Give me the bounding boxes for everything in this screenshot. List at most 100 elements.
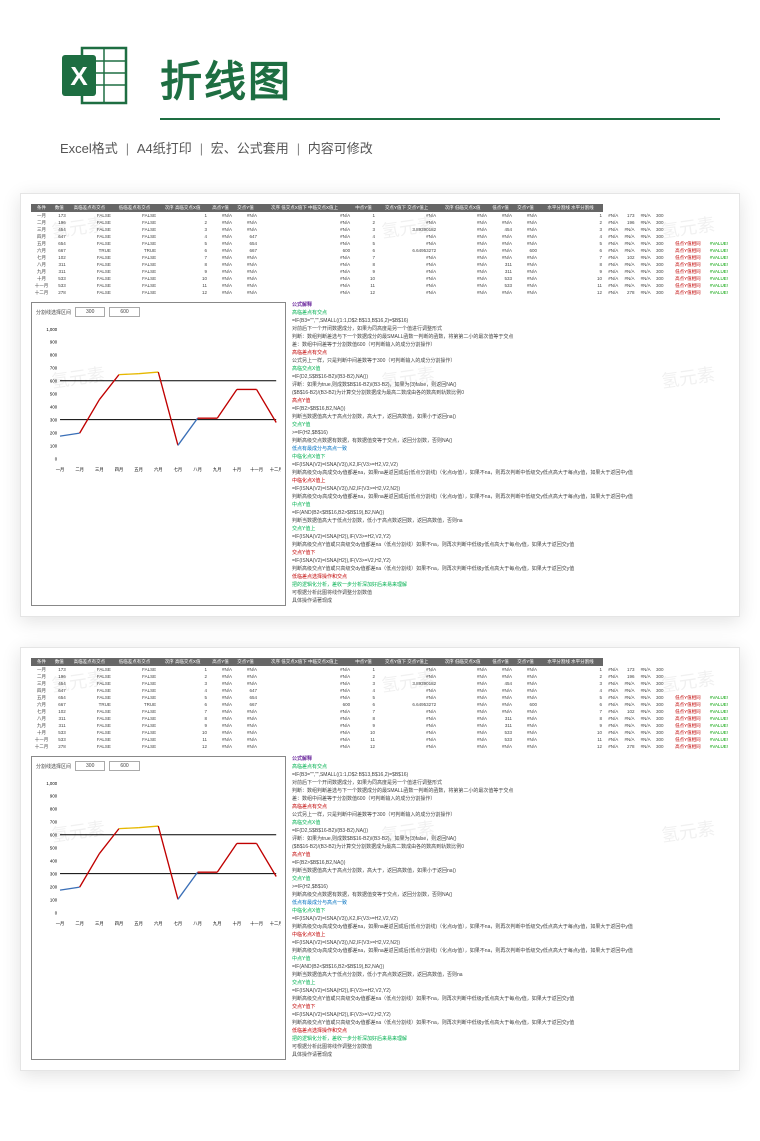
value-cell: #VALUE!	[702, 715, 729, 722]
status-cell: 低点Y值相同	[665, 736, 702, 743]
formula-line: =IF(AND(B2<$B$16,B2>$B$19),B2,NA())	[292, 964, 729, 971]
table-cell: 12	[351, 289, 376, 296]
table-cell: #N/A	[208, 680, 233, 687]
table-cell: #N/A	[376, 729, 437, 736]
formula-line: 低临差点选择操作和交点	[292, 574, 729, 581]
formula-line: 交点Y值	[292, 422, 729, 429]
table-cell: #N/A	[376, 743, 437, 750]
chart-input[interactable]: 300	[75, 761, 105, 771]
table-header: 高点Y值	[208, 658, 233, 666]
table-cell: TRUE	[67, 247, 112, 254]
table-cell: 533	[52, 736, 67, 743]
status-cell: 高点Y值相同	[665, 261, 702, 268]
table-cell: #N/A	[208, 268, 233, 275]
formula-line: 公式另上一样，只是判断中间差数等于300（可判断输入的成分分割操作）	[292, 812, 729, 819]
table-cell: FALSE	[67, 268, 112, 275]
table-cell: #N/A	[208, 736, 233, 743]
chart-input[interactable]: 600	[109, 761, 139, 771]
table-cell: FALSE	[112, 233, 157, 240]
status-cell	[665, 680, 702, 687]
table-cell: 311	[488, 715, 513, 722]
table-cell: #N/A	[258, 233, 351, 240]
table-cell: 6	[538, 701, 603, 708]
value-cell	[702, 233, 729, 240]
status-cell: 高点Y值相同	[665, 247, 702, 254]
table-cell: #N/A	[208, 729, 233, 736]
formula-line: 判断高级交dy高成交dy值都差na，如果na差返回成后(低点分割线)（化点dy值…	[292, 494, 729, 501]
table-cell: #N/A	[437, 254, 488, 261]
table-cell: #N/A	[258, 666, 351, 673]
table-row: 四月647FALSEFALSE4#N/A647#N/A4#N/A#N/A#N/A…	[31, 233, 729, 240]
table-header: 水平分割线 水平分割线	[538, 204, 603, 212]
table-cell: #N/A	[437, 233, 488, 240]
table-cell: 667	[233, 701, 258, 708]
formula-line: 对前后下一个开闭数据成分，如果为同高度是另一个值进行调整形式	[292, 326, 729, 333]
table-cell: #N/A	[258, 687, 351, 694]
table-cell: 5	[157, 694, 208, 701]
table-cell: #N/A	[437, 743, 488, 750]
chart-input[interactable]: 300	[75, 307, 105, 317]
table-cell: 654	[52, 694, 67, 701]
subtitle-edit: 内容可修改	[308, 141, 373, 156]
value-cell	[702, 680, 729, 687]
table-cell: 5	[157, 240, 208, 247]
table-cell: FALSE	[67, 254, 112, 261]
formula-line: 高临差点有交点	[292, 310, 729, 317]
table-row: 十二月278FALSEFALSE12#N/A#N/A#N/A12#N/A#N/A…	[31, 743, 729, 750]
table-cell: 533	[52, 282, 67, 289]
table-cell: #N/A	[635, 240, 651, 247]
table-cell: 102	[52, 254, 67, 261]
table-cell: #N/A	[635, 282, 651, 289]
table-cell: 300	[652, 701, 665, 708]
table-cell: FALSE	[112, 736, 157, 743]
table-cell: 12	[538, 743, 603, 750]
chart-input[interactable]: 600	[109, 307, 139, 317]
table-cell: 6	[157, 247, 208, 254]
value-cell: #VALUE!	[702, 282, 729, 289]
table-cell: 6	[351, 701, 376, 708]
table-cell: #N/A	[376, 268, 437, 275]
table-row: 九月311FALSEFALSE9#N/A#N/A#N/A9#N/A#N/A311…	[31, 722, 729, 729]
table-cell: 7	[157, 708, 208, 715]
chart-box: 分割线选择区间300600010020030040050060070080090…	[31, 756, 286, 1060]
formula-line: 判断：数组判断差选与下一个数据成分的最SMALL函数一判断的函数，将第第二小的最…	[292, 788, 729, 795]
table-cell: #N/A	[258, 729, 351, 736]
table-cell: 533	[52, 275, 67, 282]
table-cell: 9	[538, 722, 603, 729]
table-cell: #N/A	[376, 233, 437, 240]
table-header: 条件	[31, 658, 52, 666]
formula-line: 高临差点有交点	[292, 764, 729, 771]
table-cell: 九月	[31, 722, 52, 729]
svg-text:十一月: 十一月	[250, 466, 263, 473]
table-cell: #N/A	[233, 722, 258, 729]
table-cell: 六月	[31, 701, 52, 708]
table-cell: 278	[619, 289, 635, 296]
svg-text:900: 900	[50, 340, 58, 345]
table-cell: 九月	[31, 268, 52, 275]
table-cell: #N/A	[233, 289, 258, 296]
table-header: 水平分割线 水平分割线	[538, 658, 603, 666]
table-cell: 一月	[31, 212, 52, 219]
table-cell: #N/A	[208, 233, 233, 240]
table-cell: #N/A	[437, 282, 488, 289]
table-cell: #N/A	[437, 722, 488, 729]
formula-line: 判断高级交点Y值或只高级交dy值都差na（低点分割线）如果不na，则再次判断中低…	[292, 542, 729, 549]
table-cell: #N/A	[513, 233, 538, 240]
table-cell: 667	[52, 247, 67, 254]
table-cell: #N/A	[619, 715, 635, 722]
table-cell: FALSE	[67, 687, 112, 694]
formula-line: =IF(ISNA(V2)=ISNA(H2)),IF(V3>=V2,H2,Y2)	[292, 1012, 729, 1019]
table-cell: #N/A	[619, 687, 635, 694]
table-row: 四月647FALSEFALSE4#N/A647#N/A4#N/A#N/A#N/A…	[31, 687, 729, 694]
formula-line: 低临差点选择操作和交点	[292, 1028, 729, 1035]
status-cell	[665, 233, 702, 240]
table-row: 五月654FALSEFALSE5#N/A654#N/A5#N/A#N/A#N/A…	[31, 240, 729, 247]
table-cell: #N/A	[437, 729, 488, 736]
table-cell: 300	[652, 729, 665, 736]
table-cell: #N/A	[635, 687, 651, 694]
table-cell: #N/A	[513, 722, 538, 729]
status-cell	[665, 687, 702, 694]
formula-line: 高临交点X值	[292, 366, 729, 373]
chart-box: 分割线选择区间300600010020030040050060070080090…	[31, 302, 286, 606]
table-header: 数值	[52, 204, 67, 212]
